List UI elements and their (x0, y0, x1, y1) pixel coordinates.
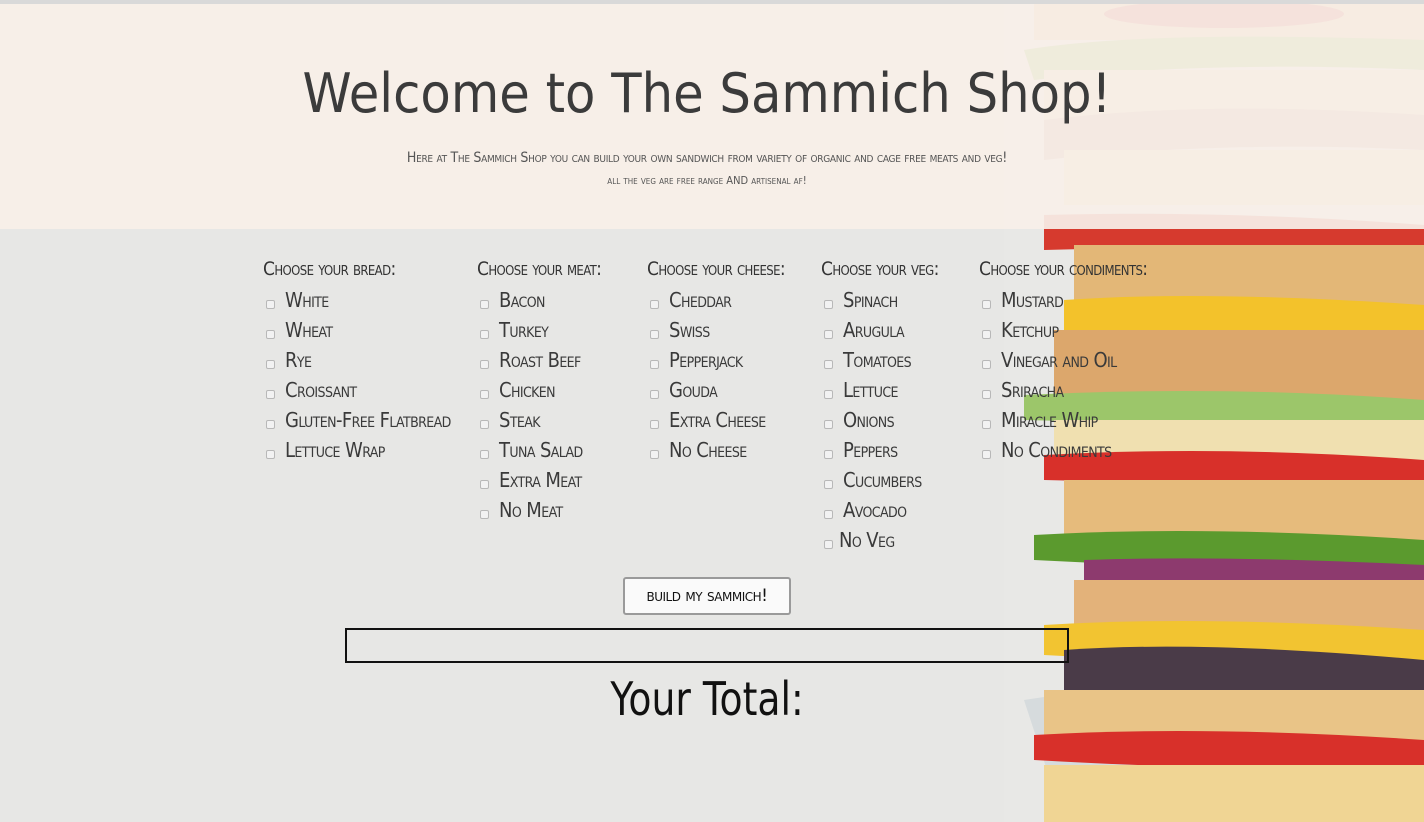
meat-option-turkey[interactable]: Turkey (477, 315, 601, 345)
meat-column: Choose your meat: Bacon Turkey Roast Bee… (477, 255, 602, 525)
hero-tagline: all the veg are free range AND artisenal… (607, 174, 807, 187)
veg-option-avocado[interactable]: Avocado (821, 495, 939, 525)
veg-heading: Choose your veg: (821, 258, 939, 280)
veg-option-peppers[interactable]: Peppers (821, 435, 939, 465)
checkbox[interactable] (650, 389, 659, 399)
meat-option-bacon[interactable]: Bacon (477, 285, 601, 315)
condiment-option-mustard[interactable]: Mustard (979, 285, 1147, 315)
bread-option-wheat[interactable]: Wheat (263, 315, 451, 345)
checkbox[interactable] (824, 419, 833, 429)
checkbox[interactable] (266, 419, 275, 429)
bread-option-white[interactable]: White (263, 285, 451, 315)
meat-option-no-meat[interactable]: No Meat (477, 495, 601, 525)
condiment-option-ketchup[interactable]: Ketchup (979, 315, 1147, 345)
checkbox[interactable] (824, 509, 833, 519)
checkbox[interactable] (982, 329, 991, 339)
veg-option-tomatoes[interactable]: Tomatoes (821, 345, 939, 375)
checkbox[interactable] (982, 359, 991, 369)
checkbox[interactable] (480, 359, 489, 369)
checkbox[interactable] (982, 449, 991, 459)
meat-option-chicken[interactable]: Chicken (477, 375, 601, 405)
bread-column: Choose your bread: White Wheat Rye Crois… (263, 255, 451, 465)
checkbox[interactable] (824, 329, 833, 339)
bread-option-flatbread[interactable]: Gluten-Free Flatbread (263, 405, 451, 435)
total-label: Your Total: (610, 672, 804, 726)
condiments-column: Choose your condiments: Mustard Ketchup … (979, 255, 1148, 465)
checkbox[interactable] (982, 389, 991, 399)
veg-column: Choose your veg: Spinach Arugula Tomatoe… (821, 255, 939, 555)
condiment-option-vinegar-oil[interactable]: Vinegar and Oil (979, 345, 1147, 375)
cheese-option-pepperjack[interactable]: Pepperjack (647, 345, 785, 375)
meat-heading: Choose your meat: (477, 258, 602, 280)
checkbox[interactable] (480, 419, 489, 429)
checkbox[interactable] (650, 449, 659, 459)
veg-option-onions[interactable]: Onions (821, 405, 939, 435)
bread-option-croissant[interactable]: Croissant (263, 375, 451, 405)
checkbox[interactable] (480, 329, 489, 339)
bread-option-rye[interactable]: Rye (263, 345, 451, 375)
meat-option-steak[interactable]: Steak (477, 405, 601, 435)
checkbox[interactable] (650, 419, 659, 429)
cheese-option-swiss[interactable]: Swiss (647, 315, 785, 345)
bread-heading: Choose your bread: (263, 258, 396, 280)
checkbox[interactable] (824, 539, 833, 549)
checkbox[interactable] (480, 509, 489, 519)
checkbox[interactable] (266, 449, 275, 459)
condiment-option-miracle-whip[interactable]: Miracle Whip (979, 405, 1147, 435)
veg-option-cucumbers[interactable]: Cucumbers (821, 465, 939, 495)
hero-banner: Welcome to The Sammich Shop! Here at The… (0, 4, 1424, 229)
page-title: Welcome to The Sammich Shop! (302, 62, 1112, 125)
checkbox[interactable] (824, 449, 833, 459)
veg-option-lettuce[interactable]: Lettuce (821, 375, 939, 405)
veg-option-arugula[interactable]: Arugula (821, 315, 939, 345)
veg-option-no-veg[interactable]: No Veg (821, 525, 939, 555)
veg-option-spinach[interactable]: Spinach (821, 285, 939, 315)
meat-option-tuna-salad[interactable]: Tuna Salad (477, 435, 601, 465)
checkbox[interactable] (266, 299, 275, 309)
checkbox[interactable] (824, 479, 833, 489)
condiment-option-no-condiments[interactable]: No Condiments (979, 435, 1147, 465)
hero-subtitle: Here at The Sammich Shop you can build y… (406, 150, 1008, 166)
cheese-option-no-cheese[interactable]: No Cheese (647, 435, 785, 465)
checkbox[interactable] (480, 449, 489, 459)
order-summary-box (345, 628, 1069, 663)
build-sammich-button[interactable]: build my sammich! (623, 577, 791, 615)
checkbox[interactable] (266, 329, 275, 339)
bread-option-lettuce-wrap[interactable]: Lettuce Wrap (263, 435, 451, 465)
checkbox[interactable] (480, 389, 489, 399)
meat-option-extra-meat[interactable]: Extra Meat (477, 465, 601, 495)
checkbox[interactable] (824, 389, 833, 399)
cheese-heading: Choose your cheese: (647, 258, 786, 280)
checkbox[interactable] (266, 359, 275, 369)
top-band (0, 0, 1424, 4)
condiments-heading: Choose your condiments: (979, 258, 1148, 280)
checkbox[interactable] (650, 329, 659, 339)
cheese-option-gouda[interactable]: Gouda (647, 375, 785, 405)
cheese-option-extra-cheese[interactable]: Extra Cheese (647, 405, 785, 435)
cheese-column: Choose your cheese: Cheddar Swiss Pepper… (647, 255, 786, 465)
checkbox[interactable] (982, 419, 991, 429)
checkbox[interactable] (824, 359, 833, 369)
checkbox[interactable] (650, 299, 659, 309)
checkbox[interactable] (982, 299, 991, 309)
condiment-option-sriracha[interactable]: Sriracha (979, 375, 1147, 405)
meat-option-roast-beef[interactable]: Roast Beef (477, 345, 601, 375)
checkbox[interactable] (650, 359, 659, 369)
checkbox[interactable] (480, 299, 489, 309)
checkbox[interactable] (824, 299, 833, 309)
checkbox[interactable] (480, 479, 489, 489)
cheese-option-cheddar[interactable]: Cheddar (647, 285, 785, 315)
checkbox[interactable] (266, 389, 275, 399)
